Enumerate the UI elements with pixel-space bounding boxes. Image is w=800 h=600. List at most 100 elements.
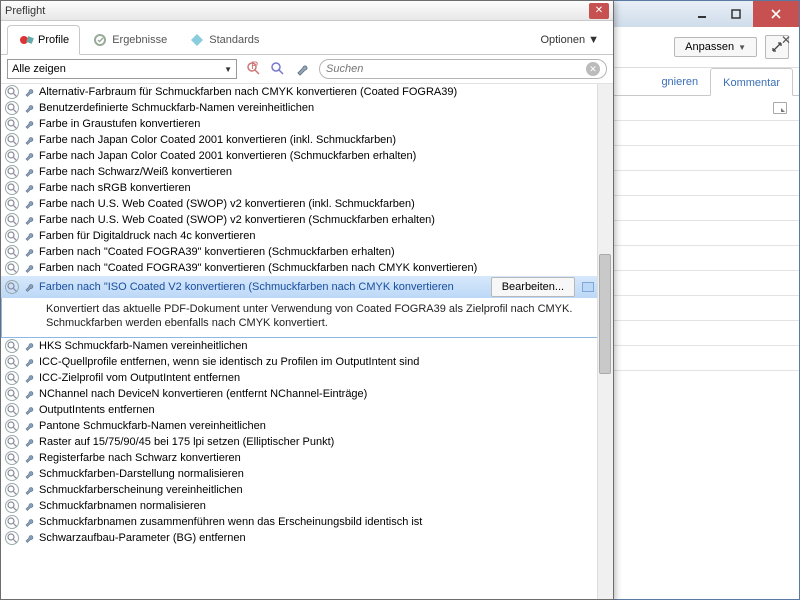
list-item[interactable]: Farbe nach sRGB konvertieren bbox=[1, 180, 613, 196]
list-item-label: Farbe nach sRGB konvertieren bbox=[39, 182, 191, 194]
wrench-icon bbox=[22, 483, 36, 497]
customize-button[interactable]: Anpassen ▼ bbox=[674, 37, 757, 57]
filter-combo[interactable]: Alle zeigen ▼ bbox=[7, 59, 237, 79]
preflight-list: Alternativ-Farbraum für Schmuckfarben na… bbox=[1, 84, 613, 599]
lens-icon bbox=[5, 133, 19, 147]
options-menu[interactable]: Optionen ▼ bbox=[532, 28, 607, 52]
chevron-down-icon: ▼ bbox=[588, 34, 599, 46]
list-item[interactable]: Registerfarbe nach Schwarz konvertieren bbox=[1, 450, 613, 466]
list-item[interactable]: Pantone Schmuckfarb-Namen vereinheitlich… bbox=[1, 418, 613, 434]
clear-search-icon[interactable]: ✕ bbox=[586, 62, 600, 76]
list-item-label: Farben nach "Coated FOGRA39" konvertiere… bbox=[39, 262, 477, 274]
list-item[interactable]: OutputIntents entfernen bbox=[1, 402, 613, 418]
preflight-tabs: Profile Ergebnisse Standards Optionen ▼ bbox=[1, 21, 613, 55]
wrench-icon bbox=[22, 339, 36, 353]
maximize-button[interactable] bbox=[719, 1, 753, 27]
lens-icon bbox=[5, 499, 19, 513]
lens-icon bbox=[5, 451, 19, 465]
list-item[interactable]: Farbe nach Schwarz/Weiß konvertieren bbox=[1, 164, 613, 180]
preflight-close-button[interactable]: ✕ bbox=[589, 3, 609, 19]
list-item[interactable]: Farbe in Graustufen konvertieren bbox=[1, 116, 613, 132]
list-item-label: Schmuckfarben-Darstellung normalisieren bbox=[39, 468, 244, 480]
wrench-icon bbox=[22, 499, 36, 513]
list-item[interactable]: Schmuckfarben-Darstellung normalisieren bbox=[1, 466, 613, 482]
minimize-button[interactable] bbox=[685, 1, 719, 27]
lens-icon bbox=[5, 435, 19, 449]
panel-close-icon[interactable]: ✕ bbox=[779, 33, 793, 47]
wrench-icon bbox=[22, 133, 36, 147]
lens-icon bbox=[5, 483, 19, 497]
list-item[interactable]: Benutzerdefinierte Schmuckfarb-Namen ver… bbox=[1, 100, 613, 116]
wrench-icon bbox=[22, 101, 36, 115]
tool-checks-icon[interactable] bbox=[267, 59, 289, 79]
filter-value: Alle zeigen bbox=[12, 63, 66, 75]
wrench-icon bbox=[22, 451, 36, 465]
list-item[interactable]: Alternativ-Farbraum für Schmuckfarben na… bbox=[1, 84, 613, 100]
wrench-icon bbox=[22, 435, 36, 449]
tab-standards[interactable]: Standards bbox=[179, 26, 269, 54]
tab-profile[interactable]: Profile bbox=[7, 25, 80, 55]
tool-fixups-icon[interactable] bbox=[291, 59, 313, 79]
list-item-label: Schmuckfarbnamen zusammenführen wenn das… bbox=[39, 516, 422, 528]
list-item[interactable]: Farbe nach U.S. Web Coated (SWOP) v2 kon… bbox=[1, 196, 613, 212]
flag-icon[interactable] bbox=[582, 282, 594, 292]
tool-profiles-icon[interactable]: P bbox=[243, 59, 265, 79]
wrench-icon bbox=[22, 515, 36, 529]
wrench-icon bbox=[22, 229, 36, 243]
lens-icon bbox=[5, 531, 19, 545]
list-item[interactable]: NChannel nach DeviceN konvertieren (entf… bbox=[1, 386, 613, 402]
list-item-label: Farbe in Graustufen konvertieren bbox=[39, 118, 200, 130]
lens-icon bbox=[5, 387, 19, 401]
list-item-label: OutputIntents entfernen bbox=[39, 404, 155, 416]
list-item[interactable]: Schwarzaufbau-Parameter (BG) entfernen bbox=[1, 530, 613, 546]
list-item[interactable]: Schmuckfarberscheinung vereinheitlichen bbox=[1, 482, 613, 498]
wrench-icon bbox=[22, 181, 36, 195]
search-input[interactable] bbox=[326, 63, 586, 75]
list-item-label: NChannel nach DeviceN konvertieren (entf… bbox=[39, 388, 367, 400]
list-item-label: Schwarzaufbau-Parameter (BG) entfernen bbox=[39, 532, 246, 544]
list-item[interactable]: Schmuckfarbnamen normalisieren bbox=[1, 498, 613, 514]
list-item-label: Farbe nach U.S. Web Coated (SWOP) v2 kon… bbox=[39, 198, 415, 210]
chevron-down-icon: ▼ bbox=[224, 65, 232, 74]
list-item[interactable]: Raster auf 15/75/90/45 bei 175 lpi setze… bbox=[1, 434, 613, 450]
lens-icon bbox=[5, 245, 19, 259]
list-item[interactable]: ICC-Zielprofil vom OutputIntent entferne… bbox=[1, 370, 613, 386]
list-item[interactable]: Farbe nach Japan Color Coated 2001 konve… bbox=[1, 132, 613, 148]
list-item-label: Schmuckfarberscheinung vereinheitlichen bbox=[39, 484, 243, 496]
edit-button[interactable]: Bearbeiten... bbox=[491, 277, 575, 297]
search-box[interactable]: ✕ bbox=[319, 59, 607, 79]
list-item-label: Farbe nach Japan Color Coated 2001 konve… bbox=[39, 150, 416, 162]
list-item[interactable]: Schmuckfarbnamen zusammenführen wenn das… bbox=[1, 514, 613, 530]
window-close-button[interactable] bbox=[753, 1, 799, 27]
svg-text:P: P bbox=[251, 61, 258, 72]
list-item[interactable]: HKS Schmuckfarb-Namen vereinheitlichen bbox=[1, 338, 613, 354]
expand-icon[interactable] bbox=[773, 102, 787, 114]
list-item-label: Alternativ-Farbraum für Schmuckfarben na… bbox=[39, 86, 457, 98]
list-item[interactable]: Farben nach "ISO Coated V2 konvertieren … bbox=[1, 276, 613, 298]
list-item-label: Farben nach "ISO Coated V2 konvertieren … bbox=[39, 281, 454, 293]
scrollbar-thumb[interactable] bbox=[599, 254, 611, 374]
lens-icon bbox=[5, 101, 19, 115]
lens-icon bbox=[5, 280, 19, 294]
lens-icon bbox=[5, 371, 19, 385]
list-item-label: ICC-Zielprofil vom OutputIntent entferne… bbox=[39, 372, 240, 384]
wrench-icon bbox=[22, 197, 36, 211]
preflight-titlebar[interactable]: Preflight ✕ bbox=[1, 1, 613, 21]
list-item[interactable]: Farbe nach Japan Color Coated 2001 konve… bbox=[1, 148, 613, 164]
list-item[interactable]: ICC-Quellprofile entfernen, wenn sie ide… bbox=[1, 354, 613, 370]
wrench-icon bbox=[22, 85, 36, 99]
list-item[interactable]: Farben nach "Coated FOGRA39" konvertiere… bbox=[1, 244, 613, 260]
lens-icon bbox=[5, 181, 19, 195]
list-item[interactable]: Farben für Digitaldruck nach 4c konverti… bbox=[1, 228, 613, 244]
tab-comment[interactable]: Kommentar bbox=[710, 68, 793, 96]
list-item-label: ICC-Quellprofile entfernen, wenn sie ide… bbox=[39, 356, 419, 368]
tab-sign[interactable]: gnieren bbox=[649, 68, 710, 95]
list-item-label: Farbe nach Japan Color Coated 2001 konve… bbox=[39, 134, 396, 146]
lens-icon bbox=[5, 339, 19, 353]
list-item[interactable]: Farbe nach U.S. Web Coated (SWOP) v2 kon… bbox=[1, 212, 613, 228]
list-item[interactable]: Farben nach "Coated FOGRA39" konvertiere… bbox=[1, 260, 613, 276]
tab-results[interactable]: Ergebnisse bbox=[82, 26, 177, 54]
lens-icon bbox=[5, 419, 19, 433]
wrench-icon bbox=[22, 387, 36, 401]
vertical-scrollbar[interactable] bbox=[597, 84, 613, 599]
